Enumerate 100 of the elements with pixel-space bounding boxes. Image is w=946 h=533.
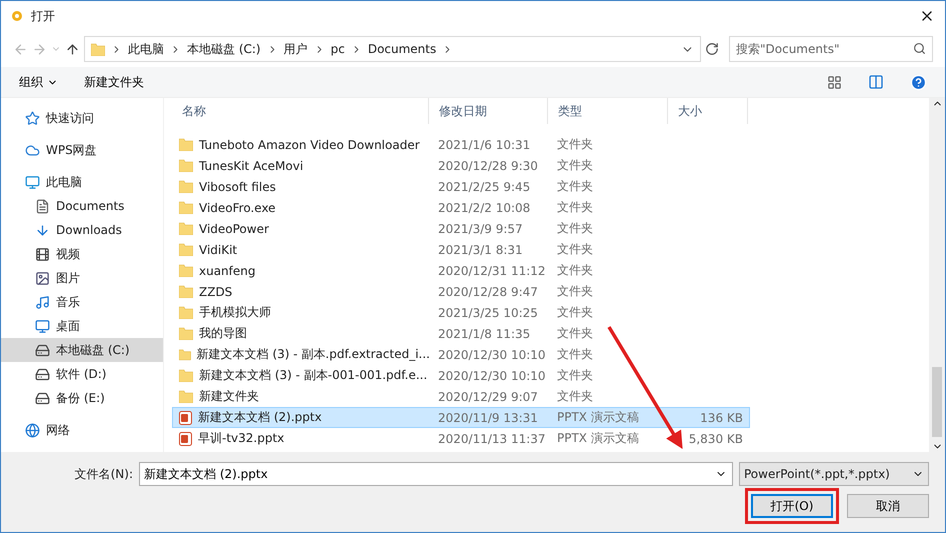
column-header[interactable]: 类型 (548, 98, 668, 124)
filename-label: 文件名(N): (74, 466, 133, 482)
type-cell: 文件夹 (557, 241, 593, 258)
sidebar-item[interactable]: WPS网盘 (1, 138, 163, 162)
file-name: VideoFro.exe (199, 200, 276, 214)
file-name: 新建文本文档 (2).pptx (198, 409, 322, 426)
breadcrumb[interactable]: pc (330, 42, 345, 56)
date-cell: 2021/1/8 11:35 (438, 326, 530, 340)
type-cell: 文件夹 (557, 388, 593, 405)
date-cell: 2021/3/9 9:57 (438, 222, 523, 236)
file-row[interactable]: VideoPower 2021/3/9 9:57 文件夹 (172, 218, 750, 239)
breadcrumb[interactable]: 本地磁盘 (C:) (187, 40, 261, 58)
sidebar-item[interactable]: 网络 (1, 418, 163, 442)
date-cell: 2020/12/30 10:10 (438, 348, 546, 362)
help-icon[interactable] (910, 74, 927, 90)
type-cell: PPTX 演示文稿 (557, 409, 639, 426)
column-header[interactable]: 大小 (668, 98, 748, 124)
folder-icon (91, 42, 105, 56)
scroll-thumb[interactable] (932, 367, 942, 437)
breadcrumb[interactable]: Documents (368, 42, 436, 56)
date-cell: 2020/12/28 9:30 (438, 158, 538, 172)
breadcrumb[interactable]: 用户 (284, 40, 308, 58)
view-options-icon[interactable] (827, 74, 842, 90)
preview-pane-icon[interactable] (868, 74, 884, 90)
folder-icon (179, 201, 193, 214)
folder-icon (179, 306, 193, 319)
sidebar-item[interactable]: Documents (1, 194, 163, 218)
file-name: Vibosoft files (199, 180, 276, 194)
file-row[interactable]: xuanfeng 2020/12/31 11:12 文件夹 (172, 260, 750, 281)
sidebar-item[interactable]: 图片 (1, 266, 163, 290)
file-name: Tuneboto Amazon Video Downloader (199, 138, 420, 152)
file-name: 新建文本文档 (3) - 副本.pdf.extracted_i... (196, 346, 430, 363)
file-name: 早训-tv32.pptx (198, 430, 284, 447)
file-row[interactable]: ZZDS 2020/12/28 9:47 文件夹 (172, 281, 750, 302)
file-name: VidiKit (199, 242, 238, 256)
file-row[interactable]: VideoFro.exe 2021/2/2 10:08 文件夹 (172, 197, 750, 218)
type-cell: 文件夹 (557, 283, 593, 300)
file-row[interactable]: 新建文本文档 (3) - 副本.pdf.extracted_i... 2020/12/30 10:10 文件夹 (172, 344, 750, 365)
folder-icon (179, 138, 193, 151)
type-cell: 文件夹 (557, 262, 593, 279)
presentation-file-icon (179, 410, 192, 424)
file-type-dropdown[interactable]: PowerPoint(*.ppt,*.pptx) (739, 462, 929, 486)
folder-icon (179, 390, 193, 403)
column-header[interactable]: 修改日期 (429, 98, 548, 124)
column-header[interactable]: 名称 (172, 98, 429, 124)
folder-icon (179, 327, 193, 340)
file-row[interactable]: 新建文本文档 (2).pptx 2020/11/9 13:31 PPTX 演示文稿 136 KB (172, 407, 750, 428)
toolbar-button[interactable]: 新建文件夹 (84, 74, 144, 90)
cloud-icon (25, 142, 40, 158)
file-row[interactable]: 手机模拟大师 2021/3/25 10:25 文件夹 (172, 302, 750, 323)
date-cell: 2021/2/2 10:08 (438, 200, 530, 214)
sidebar-item[interactable]: 本地磁盘 (C:) (1, 338, 163, 362)
film-icon (35, 246, 50, 262)
search-field[interactable]: 搜索"Documents" (729, 36, 933, 62)
file-name: 新建文本文档 (3) - 副本-001-001.pdf.e... (199, 367, 428, 384)
sidebar-item[interactable]: 视频 (1, 242, 163, 266)
drive-icon (35, 342, 50, 358)
file-row[interactable]: 新建文件夹 2020/12/29 9:07 文件夹 (172, 386, 750, 407)
sidebar-item[interactable]: 此电脑 (1, 170, 163, 194)
dialog-button[interactable]: 取消 (847, 494, 929, 518)
folder-icon (179, 180, 193, 193)
sidebar-item[interactable]: 快速访问 (1, 106, 163, 130)
sidebar-item[interactable]: 备份 (E:) (1, 386, 163, 410)
date-cell: 2020/11/9 13:31 (438, 410, 538, 424)
date-cell: 2020/11/13 11:37 (438, 432, 546, 446)
network-icon (25, 422, 40, 438)
sidebar-item[interactable]: 音乐 (1, 290, 163, 314)
file-row[interactable]: Tuneboto Amazon Video Downloader 2021/1/6 10:31 文件夹 (172, 134, 750, 155)
date-cell: 2021/3/25 10:25 (438, 306, 538, 320)
size-cell: 136 KB (700, 410, 743, 424)
breadcrumb[interactable]: 此电脑 (128, 40, 164, 58)
type-cell: 文件夹 (557, 136, 593, 153)
file-row[interactable]: VidiKit 2021/3/1 8:31 文件夹 (172, 239, 750, 260)
size-cell: 5,830 KB (688, 432, 743, 446)
up-icon[interactable] (65, 42, 80, 56)
sidebar-item[interactable]: Downloads (1, 218, 163, 242)
file-row[interactable]: TunesKit AceMovi 2020/12/28 9:30 文件夹 (172, 155, 750, 176)
file-row[interactable]: 新建文本文档 (3) - 副本-001-001.pdf.e... 2020/12/30 10:10 文件夹 (172, 365, 750, 386)
date-cell: 2020/12/31 11:12 (438, 264, 546, 278)
toolbar-button[interactable]: 组织 (19, 74, 58, 90)
window-title: 打开 (31, 8, 56, 24)
type-cell: 文件夹 (557, 325, 593, 342)
file-row[interactable]: 我的导图 2021/1/8 11:35 文件夹 (172, 323, 750, 344)
filename-field[interactable]: 新建文本文档 (2).pptx (139, 462, 733, 486)
image-icon (35, 270, 50, 286)
refresh-icon[interactable] (705, 42, 719, 56)
scrollbar[interactable] (929, 98, 945, 452)
folder-icon (179, 264, 193, 277)
file-row[interactable]: 早训-tv32.pptx 2020/11/13 11:37 PPTX 演示文稿 5,830 KB (172, 428, 750, 449)
download-icon (35, 222, 50, 238)
file-row[interactable]: Vibosoft files 2021/2/25 9:45 文件夹 (172, 176, 750, 197)
date-cell: 2021/3/1 8:31 (438, 242, 523, 256)
sidebar-item[interactable]: 软件 (D:) (1, 362, 163, 386)
address-bar[interactable]: 此电脑 本地磁盘 (C:) 用户 pc Documents (84, 36, 701, 62)
type-cell: 文件夹 (557, 178, 593, 195)
app-icon (11, 10, 23, 22)
date-cell: 2020/12/30 10:10 (438, 368, 546, 382)
sidebar-item[interactable]: 桌面 (1, 314, 163, 338)
type-cell: 文件夹 (557, 199, 593, 216)
folder-icon (179, 348, 191, 361)
